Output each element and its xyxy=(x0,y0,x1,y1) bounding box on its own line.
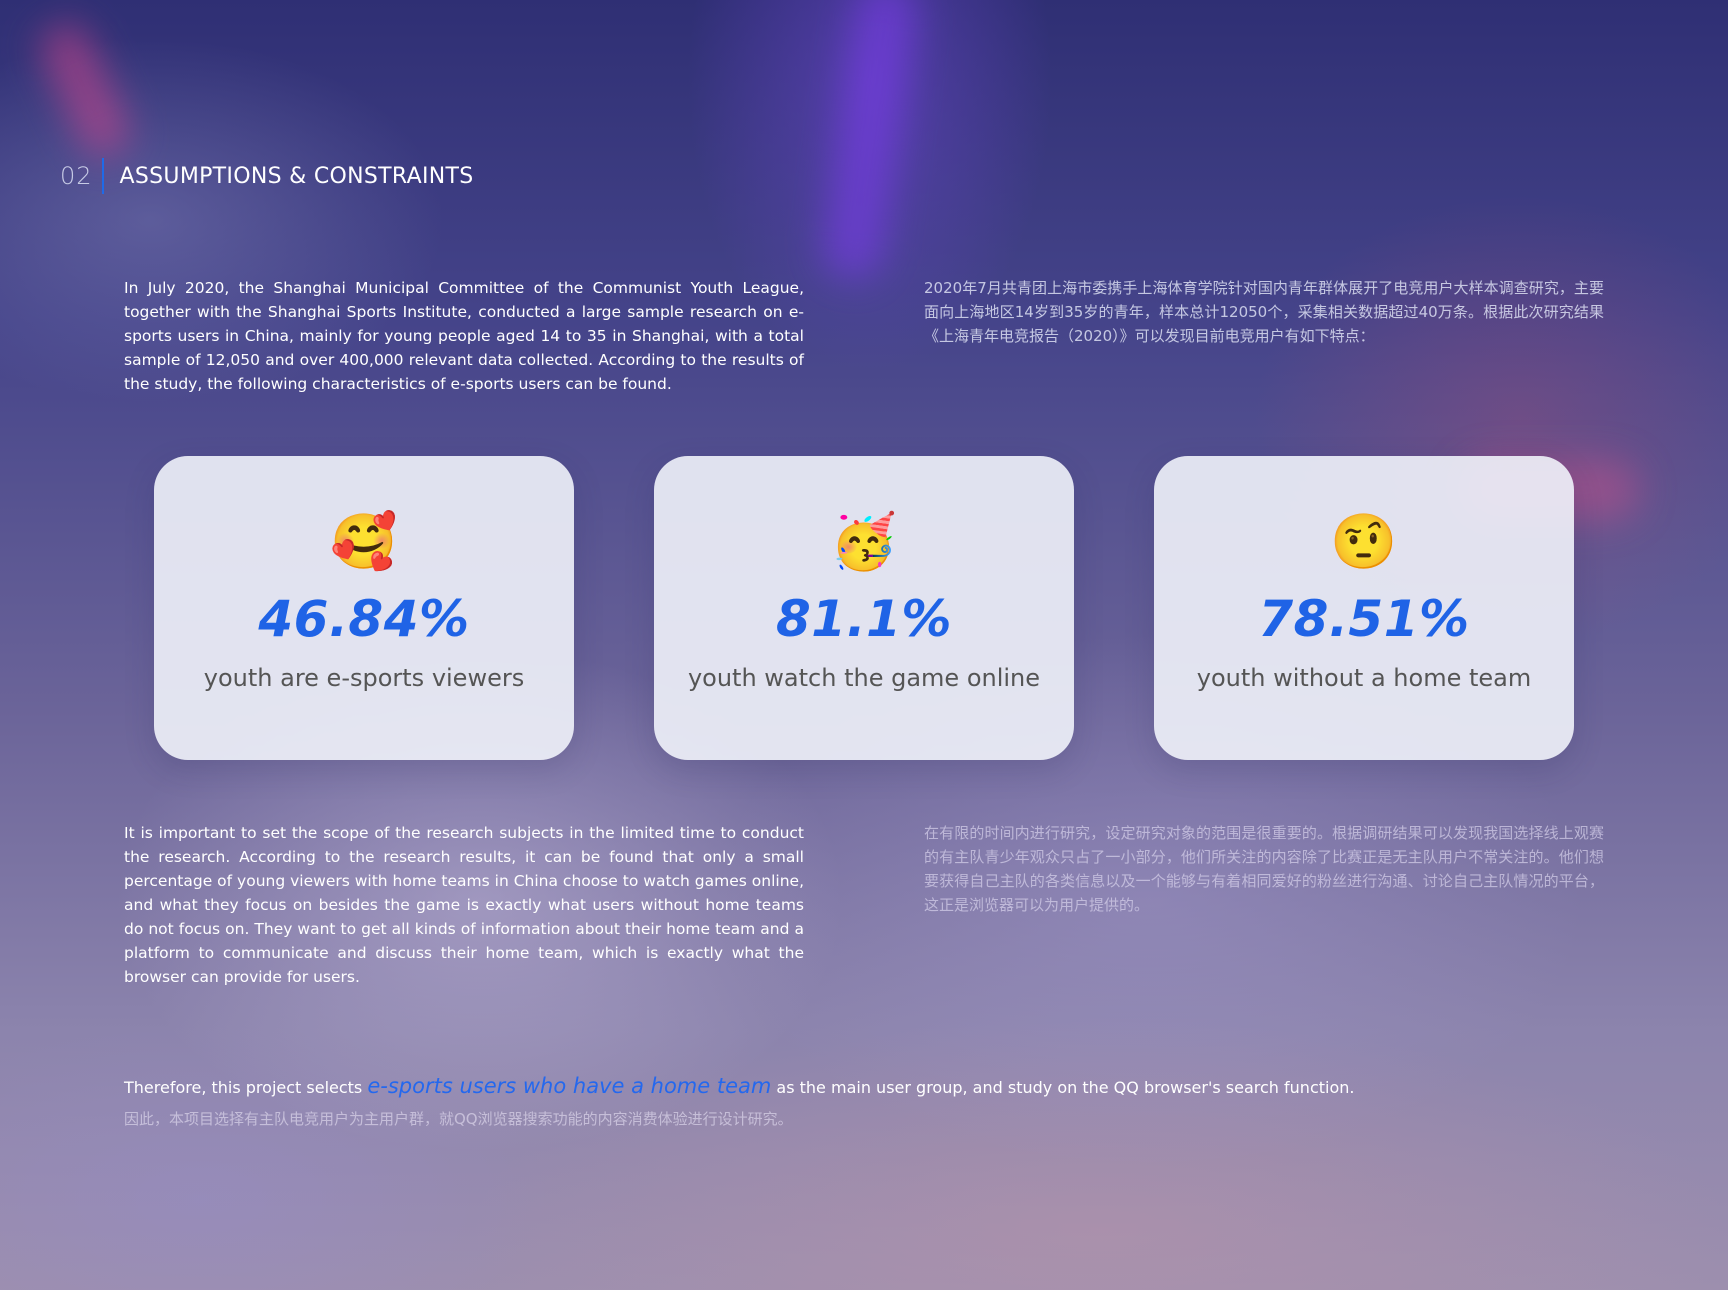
stat-value: 46.84% xyxy=(258,590,470,648)
scope-paragraph-cn: 在有限的时间内进行研究，设定研究对象的范围是很重要的。根据调研结果可以发现我国选… xyxy=(924,824,1604,914)
smiling-face-with-hearts-icon: 🥰 xyxy=(330,510,398,573)
header-divider xyxy=(101,158,104,194)
light-streak xyxy=(819,0,921,283)
stat-card-viewers: 🥰 46.84% youth are e-sports viewers xyxy=(154,456,574,760)
stat-label: youth watch the game online xyxy=(687,664,1041,692)
conclusion-cn: 因此，本项目选择有主队电竞用户为主用户群，就QQ浏览器搜索功能的内容消费体验进行… xyxy=(124,1110,793,1128)
stat-label: youth without a home team xyxy=(1196,664,1532,692)
stat-card-no-home-team: 🤨 78.51% youth without a home team xyxy=(1154,456,1574,760)
section-number: 02 xyxy=(60,162,93,190)
conclusion-suffix: as the main user group, and study on the… xyxy=(771,1078,1355,1097)
conclusion-highlight: e-sports users who have a home team xyxy=(367,1074,772,1098)
stat-label: youth are e-sports viewers xyxy=(203,664,525,692)
stat-value: 78.51% xyxy=(1258,590,1470,648)
conclusion-prefix: Therefore, this project selects xyxy=(124,1078,368,1097)
stat-value: 81.1% xyxy=(776,590,952,648)
scope-paragraph-en: It is important to set the scope of the … xyxy=(124,824,804,986)
conclusion-en: Therefore, this project selects e-sports… xyxy=(124,1070,1354,1104)
partying-face-icon: 🥳 xyxy=(830,510,898,573)
intro-paragraph-cn: 2020年7月共青团上海市委携手上海体育学院针对国内青年群体展开了电竞用户大样本… xyxy=(924,279,1604,345)
intro-paragraph-en: In July 2020, the Shanghai Municipal Com… xyxy=(124,279,804,393)
face-with-raised-eyebrow-icon: 🤨 xyxy=(1330,510,1398,573)
stat-card-online: 🥳 81.1% youth watch the game online xyxy=(654,456,1074,760)
light-streak xyxy=(32,15,138,165)
section-title: ASSUMPTIONS & CONSTRAINTS xyxy=(119,163,474,189)
section-header: 02 ASSUMPTIONS & CONSTRAINTS xyxy=(60,158,474,194)
